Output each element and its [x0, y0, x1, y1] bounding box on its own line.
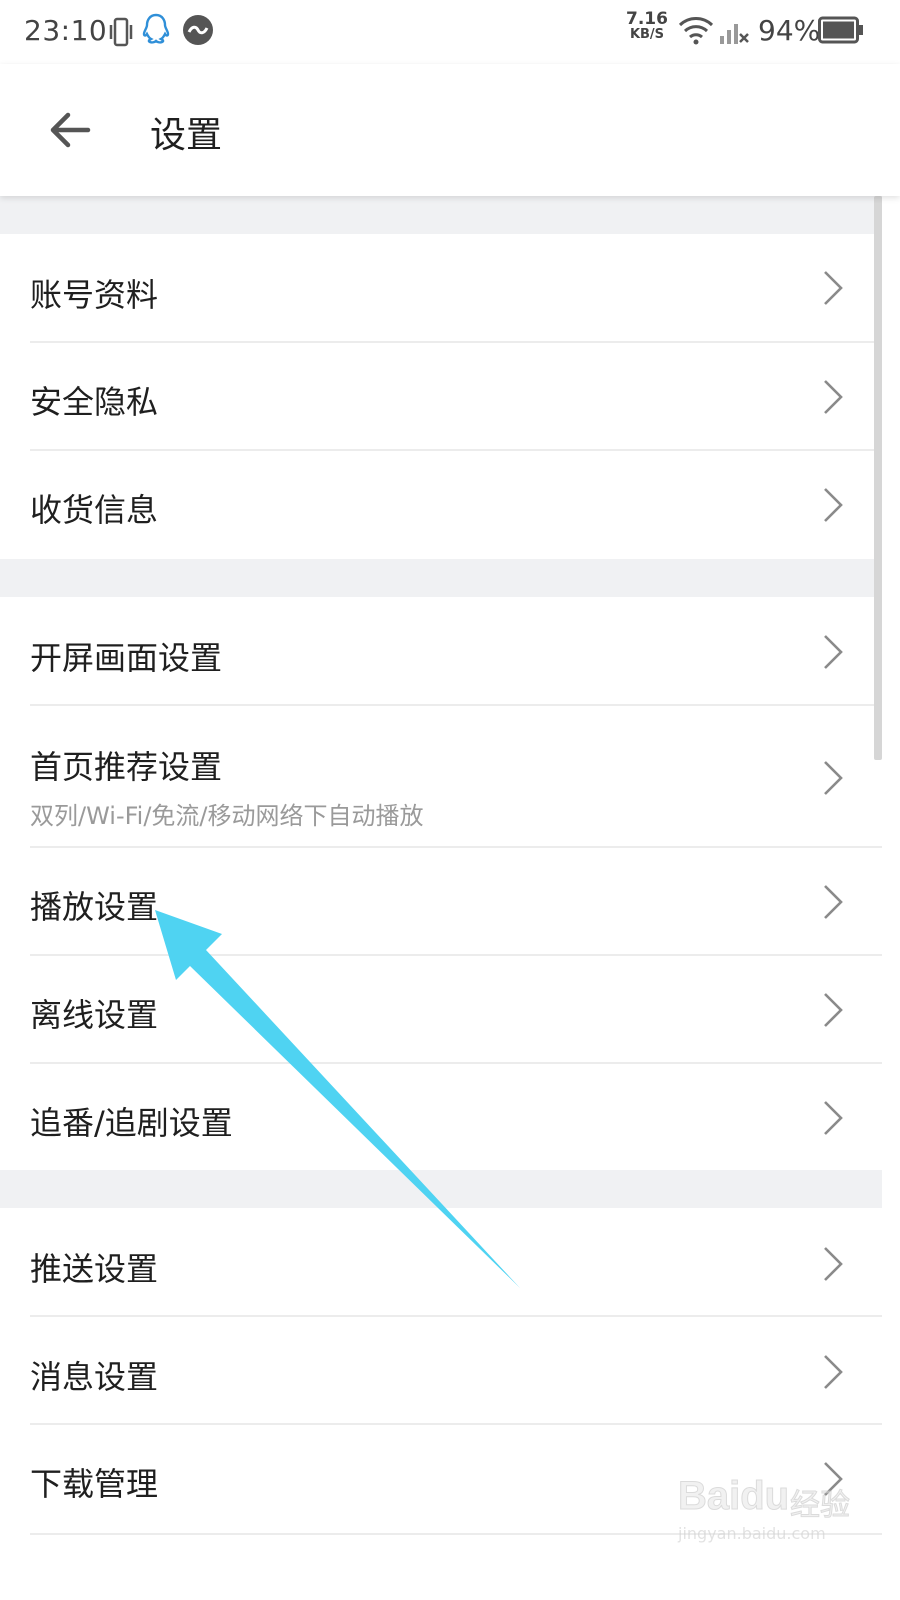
section-gap [0, 559, 882, 597]
status-time: 23:10 [24, 14, 108, 47]
settings-item-label: 下载管理 [30, 1465, 159, 1503]
battery-icon [818, 16, 864, 48]
settings-item-label: 首页推荐设置 [30, 748, 223, 786]
section-gap [0, 1170, 882, 1208]
signal-icon [718, 14, 750, 50]
vibrate-icon [108, 16, 134, 52]
settings-group-account: 账号资料 安全隐私 收货信息 [0, 234, 882, 559]
settings-item-label: 开屏画面设置 [30, 639, 223, 677]
settings-item-playback[interactable]: 播放设置 [0, 848, 882, 956]
chevron-right-icon [824, 635, 843, 669]
settings-item-offline[interactable]: 离线设置 [0, 956, 882, 1064]
back-button[interactable] [40, 100, 100, 160]
settings-group-playback: 开屏画面设置 首页推荐设置 双列/Wi-Fi/免流/移动网络下自动播放 播放设置… [0, 597, 882, 1170]
status-bar: 23:10 7.16 KB/S 94% [0, 0, 900, 64]
watermark-logo: Baidu 经验 jingyan.baidu.com [672, 1470, 852, 1560]
chevron-right-icon [824, 1355, 843, 1389]
settings-item-splash-screen[interactable]: 开屏画面设置 [0, 597, 882, 706]
settings-item-push[interactable]: 推送设置 [0, 1208, 882, 1317]
chevron-right-icon [824, 488, 843, 522]
settings-item-security-privacy[interactable]: 安全隐私 [0, 343, 882, 451]
back-arrow-icon [50, 112, 91, 148]
chevron-right-icon [824, 1247, 843, 1281]
settings-item-sublabel: 双列/Wi-Fi/免流/移动网络下自动播放 [30, 802, 424, 830]
net-speed-value: 7.16 [626, 9, 668, 29]
battery-percent: 94% [758, 14, 821, 47]
net-speed-unit: KB/S [629, 27, 665, 42]
watermark-suffix: 经验 [790, 1488, 851, 1524]
scrollbar[interactable] [874, 196, 882, 760]
settings-item-messages[interactable]: 消息设置 [0, 1317, 882, 1425]
settings-item-label: 安全隐私 [30, 383, 159, 421]
settings-item-label: 消息设置 [30, 1358, 159, 1396]
settings-item-label: 离线设置 [30, 996, 159, 1034]
settings-item-label: 追番/追剧设置 [30, 1104, 233, 1142]
settings-item-home-recommend[interactable]: 首页推荐设置 双列/Wi-Fi/免流/移动网络下自动播放 [0, 706, 882, 848]
page-title: 设置 [150, 115, 223, 156]
chevron-right-icon [824, 885, 843, 919]
watermark-brand: Baidu [677, 1474, 790, 1519]
settings-item-shipping-info[interactable]: 收货信息 [0, 451, 882, 559]
chevron-right-icon [824, 993, 843, 1027]
chevron-right-icon [824, 761, 843, 795]
chevron-right-icon [824, 380, 843, 414]
app-header: 设置 [0, 64, 900, 196]
settings-item-label: 播放设置 [30, 888, 159, 926]
chevron-right-icon [824, 1101, 843, 1135]
settings-item-follow-series[interactable]: 追番/追剧设置 [0, 1064, 882, 1170]
watermark-url: jingyan.baidu.com [678, 1524, 826, 1543]
wifi-icon [678, 14, 714, 50]
settings-item-label: 收货信息 [30, 491, 159, 529]
qq-icon [142, 12, 170, 52]
settings-item-label: 推送设置 [30, 1250, 159, 1288]
settings-item-label: 账号资料 [30, 276, 159, 314]
chevron-right-icon [824, 271, 843, 305]
section-gap [0, 196, 882, 234]
app-icon [182, 14, 214, 50]
settings-item-account-profile[interactable]: 账号资料 [0, 234, 882, 343]
net-speed: 7.16 KB/S [622, 9, 672, 43]
